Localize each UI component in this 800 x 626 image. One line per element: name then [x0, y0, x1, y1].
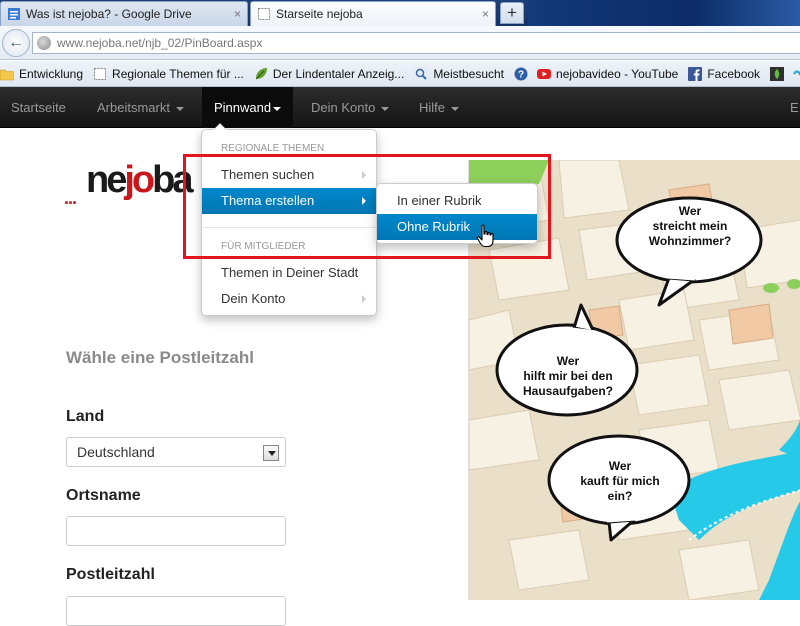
site-navbar: Startseite Arbeitsmarkt Pinnwand Dein Ko…	[0, 87, 800, 128]
nav-arbeitsmarkt[interactable]: Arbeitsmarkt	[97, 87, 184, 128]
bookmark-regionale-themen[interactable]: Regionale Themen für ...	[93, 67, 244, 81]
nejoba-logo[interactable]: ... nejoba	[64, 160, 196, 208]
chevron-right-icon	[362, 295, 366, 303]
menu-item-themen-in-deiner-stadt[interactable]: Themen in Deiner Stadt	[202, 260, 376, 286]
tab-strip-background	[528, 0, 800, 26]
tab-title: Starseite nejoba	[276, 7, 363, 21]
address-bar[interactable]: www.nejoba.net /njb_02/PinBoard.aspx	[32, 32, 800, 54]
bubble-line: ein?	[608, 489, 633, 503]
globe-icon	[37, 36, 51, 50]
new-tab-button[interactable]: +	[500, 2, 524, 24]
caret-down-icon	[175, 106, 184, 111]
nav-dein-konto[interactable]: Dein Konto	[311, 87, 390, 128]
nav-hilfe[interactable]: Hilfe	[419, 87, 460, 128]
browser-tab-nejoba[interactable]: Starseite nejoba ×	[250, 1, 496, 26]
bubble-line: streicht mein	[653, 219, 728, 233]
bookmark-entwicklung[interactable]: Entwicklung	[0, 67, 83, 81]
land-select[interactable]: Deutschland	[66, 437, 286, 467]
help-icon: ?	[514, 67, 528, 80]
postleitzahl-heading: Wähle eine Postleitzahl	[66, 348, 254, 367]
tab-title: Was ist nejoba? - Google Drive	[26, 7, 192, 21]
hand-pointer-cursor-icon	[476, 224, 494, 248]
bookmark-meistbesucht[interactable]: Meistbesucht	[414, 66, 504, 81]
browser-navigation-bar: ← www.nejoba.net /njb_02/PinBoard.aspx	[0, 26, 800, 60]
url-host: www.nejoba.net	[57, 36, 142, 50]
page-icon	[94, 67, 107, 80]
bookmark-lindentaler-anzeiger[interactable]: Der Lindentaler Anzeig...	[254, 67, 404, 81]
search-icon	[414, 66, 429, 81]
youtube-icon	[537, 68, 552, 79]
svg-text:?: ?	[518, 69, 524, 80]
postleitzahl-input[interactable]	[66, 596, 286, 626]
nav-startseite[interactable]: Startseite	[11, 87, 66, 128]
bookmark-facebook[interactable]: Facebook	[688, 66, 760, 81]
caret-down-icon	[381, 106, 390, 111]
folder-icon	[0, 69, 14, 80]
bookmark-green-icon[interactable]	[770, 66, 789, 81]
bubble-line: Wer	[609, 459, 632, 473]
close-tab-icon[interactable]: ×	[482, 7, 489, 21]
green-leaf-icon	[770, 66, 785, 81]
browser-tab-google-drive[interactable]: Was ist nejoba? - Google Drive ×	[0, 1, 248, 26]
bubble-line: hilft mir bei den	[523, 369, 612, 383]
land-label: Land	[66, 408, 105, 425]
bubble-line: kauft für mich	[580, 474, 659, 488]
ortsname-label: Ortsname	[66, 487, 141, 504]
caret-down-icon	[451, 106, 460, 111]
nav-pinnwand[interactable]: Pinnwand	[202, 87, 294, 128]
bookmarks-bar: Entwicklung Regionale Themen für ... Der…	[0, 61, 800, 87]
facebook-icon	[688, 66, 703, 81]
bubble-line: Wohnzimmer?	[649, 234, 731, 248]
url-path: /njb_02/PinBoard.aspx	[141, 36, 263, 50]
dropdown-arrow-icon	[263, 445, 279, 461]
close-tab-icon[interactable]: ×	[234, 7, 241, 21]
google-docs-icon	[8, 8, 20, 20]
menu-item-dein-konto[interactable]: Dein Konto	[202, 286, 376, 312]
postleitzahl-label: Postleitzahl	[66, 566, 155, 583]
blank-page-icon	[258, 8, 270, 20]
bookmark-help[interactable]: ?	[514, 67, 533, 81]
aspnet-icon	[793, 69, 800, 76]
caret-down-icon	[273, 106, 282, 111]
ortsname-input[interactable]	[66, 516, 286, 546]
bubble-line: Hausaufgaben?	[523, 384, 613, 398]
browser-tab-strip: Was ist nejoba? - Google Drive × Starsei…	[0, 0, 800, 26]
bubble-line: Wer	[679, 204, 702, 218]
bubble-line: Wer	[557, 354, 580, 368]
menu-header-regionale-themen: REGIONALE THEMEN	[221, 143, 325, 154]
leaf-icon	[255, 67, 267, 79]
bookmark-aspnet[interactable]	[793, 67, 800, 81]
bookmark-nejobavideo-youtube[interactable]: nejobavideo - YouTube	[537, 67, 678, 81]
nav-right-partial[interactable]: E	[790, 87, 799, 128]
back-arrow-icon[interactable]: ←	[2, 29, 30, 57]
